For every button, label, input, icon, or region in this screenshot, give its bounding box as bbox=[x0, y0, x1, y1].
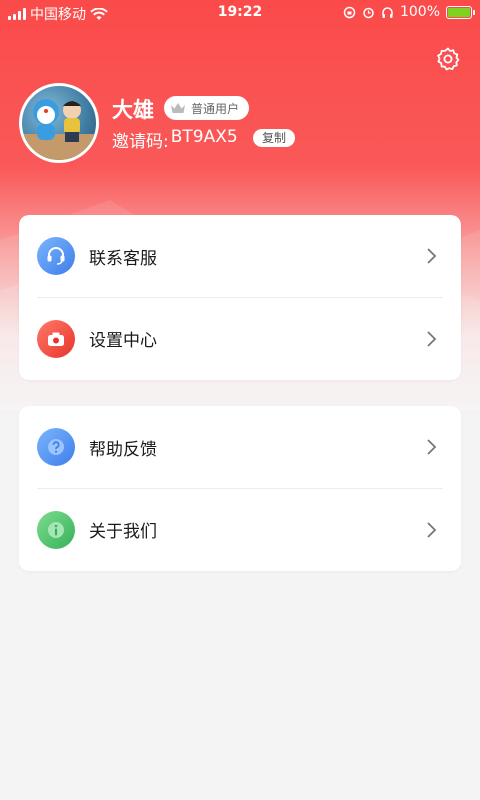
avatar-image bbox=[22, 99, 96, 160]
user-name: 大雄 bbox=[112, 98, 154, 122]
settings-gear-icon[interactable] bbox=[435, 46, 461, 72]
menu-card-service: 联系客服 设置中心 bbox=[19, 215, 461, 380]
avatar[interactable] bbox=[19, 83, 99, 163]
chevron-right-icon bbox=[427, 330, 437, 347]
chevron-right-icon bbox=[427, 521, 437, 538]
status-right: 100% bbox=[343, 4, 475, 20]
menu-item-about-us[interactable]: 关于我们 bbox=[37, 488, 443, 570]
user-level-label: 普通用户 bbox=[191, 101, 240, 116]
menu-item-label: 设置中心 bbox=[89, 331, 157, 351]
menu-item-settings-center[interactable]: 设置中心 bbox=[37, 297, 443, 379]
chevron-right-icon bbox=[427, 439, 437, 455]
crown-icon bbox=[171, 103, 185, 113]
info-icon bbox=[37, 510, 75, 549]
status-left: 中国移动 bbox=[8, 4, 108, 24]
rotation-lock-icon bbox=[343, 6, 356, 18]
copy-button[interactable]: 复制 bbox=[253, 129, 296, 147]
chevron-right-icon bbox=[427, 248, 437, 264]
status-bar: 中国移动 19:22 100% bbox=[0, 0, 480, 26]
headphone-icon bbox=[382, 6, 393, 18]
menu-card-help: 帮助反馈 关于我们 bbox=[19, 406, 461, 571]
question-icon bbox=[37, 428, 75, 466]
invite-code: BT9AX5 bbox=[170, 127, 238, 147]
battery-label: 100% bbox=[399, 4, 440, 20]
wifi-icon bbox=[90, 7, 108, 20]
menu-item-help-feedback[interactable]: 帮助反馈 bbox=[37, 406, 443, 488]
alarm-icon bbox=[363, 7, 374, 18]
menu-item-contact-service[interactable]: 联系客服 bbox=[37, 215, 443, 297]
menu-item-label: 帮助反馈 bbox=[89, 439, 157, 460]
user-level-badge: 普通用户 bbox=[164, 96, 250, 120]
menu-item-label: 关于我们 bbox=[89, 522, 157, 542]
signal-icon bbox=[8, 8, 26, 20]
headset-icon bbox=[37, 237, 75, 275]
invite-label: 邀请码: bbox=[112, 132, 169, 152]
camera-icon bbox=[37, 319, 75, 358]
menu-item-label: 联系客服 bbox=[89, 248, 157, 269]
invite-code-row: 邀请码: BT9AX5 bbox=[112, 127, 238, 152]
battery-icon bbox=[446, 5, 475, 19]
carrier-label: 中国移动 bbox=[30, 7, 86, 23]
